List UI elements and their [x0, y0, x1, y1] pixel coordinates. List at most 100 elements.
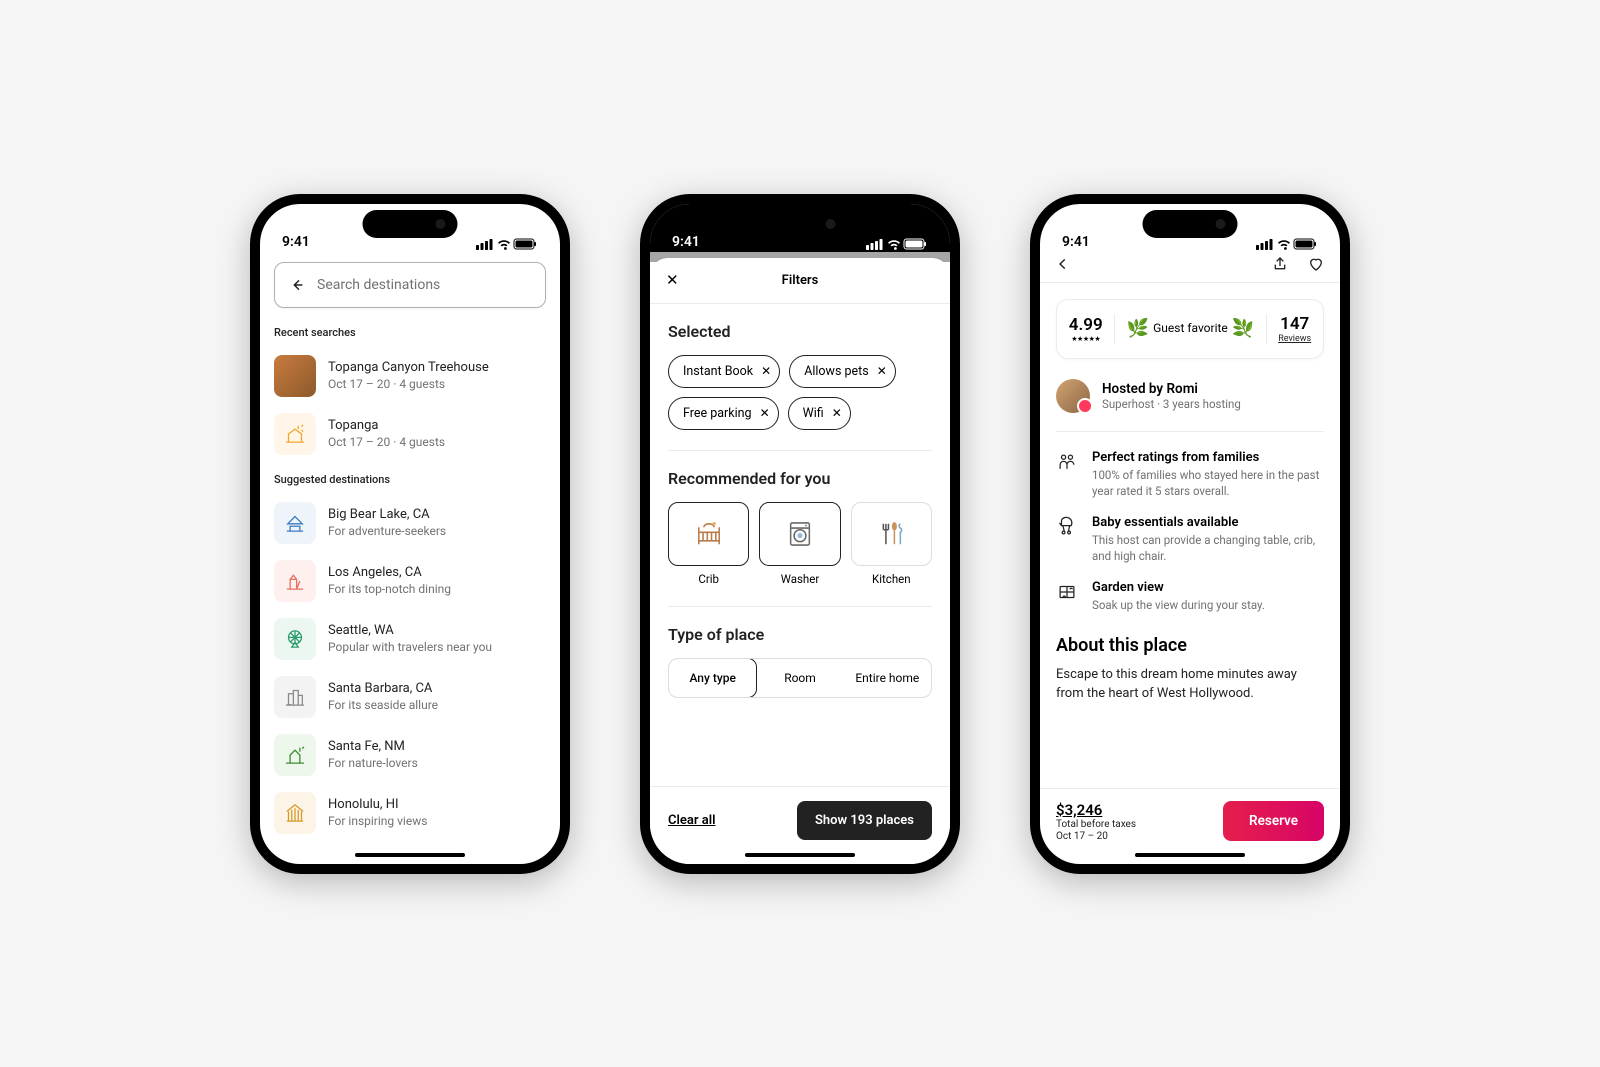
feature-title: Baby essentials available — [1092, 515, 1324, 530]
filter-chip[interactable]: Free parking ✕ — [668, 397, 779, 430]
feature-title: Perfect ratings from families — [1092, 450, 1324, 465]
divider — [668, 606, 932, 607]
dynamic-island — [1143, 210, 1238, 238]
suggested-item[interactable]: Seattle, WAPopular with travelers near y… — [274, 610, 546, 668]
chip-label: Allows pets — [804, 364, 869, 379]
suggested-item[interactable]: Honolulu, HIFor inspiring views — [274, 784, 546, 842]
suggested-sub: Popular with travelers near you — [328, 639, 492, 655]
suggested-title: Santa Barbara, CA — [328, 680, 438, 698]
chip-label: Wifi — [803, 406, 824, 421]
recent-item-title: Topanga — [328, 417, 445, 435]
stroller-icon — [1056, 515, 1078, 564]
status-indicators — [1256, 238, 1318, 250]
status-indicators — [476, 238, 538, 250]
status-time: 9:41 — [672, 234, 700, 250]
suggested-item[interactable]: Big Bear Lake, CAFor adventure-seekers — [274, 494, 546, 552]
family-icon — [1056, 450, 1078, 499]
crib-icon — [692, 517, 726, 551]
suggested-item[interactable]: Santa Barbara, CAFor its seaside allure — [274, 668, 546, 726]
show-places-button[interactable]: Show 193 places — [797, 801, 932, 840]
recent-item-sub: Oct 17 – 20 · 4 guests — [328, 376, 489, 392]
suggested-title: Seattle, WA — [328, 622, 492, 640]
suggested-item[interactable]: Santa Fe, NMFor nature-lovers — [274, 726, 546, 784]
feature-sub: 100% of families who stayed here in the … — [1092, 467, 1324, 499]
search-input[interactable]: Search destinations — [274, 262, 546, 308]
dynamic-island — [753, 210, 848, 238]
recent-item-title: Topanga Canyon Treehouse — [328, 359, 489, 377]
suggested-sub: For adventure-seekers — [328, 523, 446, 539]
remove-chip-icon[interactable]: ✕ — [877, 364, 887, 378]
close-icon[interactable]: ✕ — [666, 271, 679, 289]
recent-item[interactable]: Topanga Oct 17 – 20 · 4 guests — [274, 405, 546, 463]
host-name: Hosted by Romi — [1102, 381, 1241, 397]
trees-icon — [274, 734, 316, 776]
filter-chip[interactable]: Instant Book ✕ — [668, 355, 780, 388]
suggested-item[interactable]: Los Angeles, CAFor its top-notch dining — [274, 552, 546, 610]
recommended-label: Recommended for you — [668, 469, 932, 488]
divider — [1114, 314, 1115, 344]
remove-chip-icon[interactable]: ✕ — [761, 364, 771, 378]
laurel-right-icon: 🌿 — [1232, 318, 1254, 339]
selected-label: Selected — [668, 322, 932, 341]
filter-chip[interactable]: Wifi ✕ — [788, 397, 851, 430]
share-icon[interactable] — [1272, 256, 1288, 272]
heart-icon[interactable] — [1308, 256, 1324, 272]
divider — [1056, 431, 1324, 432]
review-summary-card[interactable]: 4.99 ★★★★★ 🌿 Guest favorite 🌿 147 Review… — [1056, 299, 1324, 359]
chip-label: Instant Book — [683, 364, 753, 379]
suggested-destinations-label: Suggested destinations — [274, 473, 546, 486]
host-row[interactable]: Hosted by Romi Superhost · 3 years hosti… — [1056, 379, 1324, 413]
phone-listing: 9:41 4.99 ★★★★★ 🌿 Guest favorite — [1030, 194, 1350, 874]
reviews-label: Reviews — [1278, 334, 1311, 344]
status-time: 9:41 — [282, 234, 310, 250]
review-count: 147 — [1278, 314, 1311, 334]
recent-searches-label: Recent searches — [274, 326, 546, 339]
washer-icon — [783, 517, 817, 551]
filters-title: Filters — [782, 273, 819, 288]
segment-room[interactable]: Room — [756, 659, 843, 697]
suggested-title: Big Bear Lake, CA — [328, 506, 446, 524]
laurel-left-icon: 🌿 — [1127, 318, 1149, 339]
recent-item[interactable]: Topanga Canyon Treehouse Oct 17 – 20 · 4… — [274, 347, 546, 405]
segment-any-type[interactable]: Any type — [668, 658, 757, 698]
filter-chip[interactable]: Allows pets ✕ — [789, 355, 896, 388]
status-indicators — [866, 238, 928, 250]
ferris-wheel-icon — [274, 618, 316, 660]
status-time: 9:41 — [1062, 234, 1090, 250]
price[interactable]: $3,246 — [1056, 801, 1136, 819]
kitchen-icon — [874, 517, 908, 551]
suggested-title: Honolulu, HI — [328, 796, 427, 814]
divider — [668, 450, 932, 451]
back-arrow-icon[interactable] — [289, 277, 305, 293]
search-placeholder: Search destinations — [317, 277, 440, 293]
feature-row: Perfect ratings from families 100% of fam… — [1056, 450, 1324, 499]
segment-entire-home[interactable]: Entire home — [844, 659, 931, 697]
remove-chip-icon[interactable]: ✕ — [760, 406, 770, 420]
feature-row: Garden viewSoak up the view during your … — [1056, 580, 1324, 613]
cabin-icon — [274, 502, 316, 544]
clear-all-button[interactable]: Clear all — [668, 813, 716, 828]
about-heading: About this place — [1056, 635, 1324, 656]
amenity-kitchen[interactable]: Kitchen — [851, 502, 932, 586]
type-of-place-label: Type of place — [668, 625, 932, 644]
amenity-crib[interactable]: Crib — [668, 502, 749, 586]
host-avatar — [1056, 379, 1090, 413]
filters-header: ✕ Filters — [650, 258, 950, 304]
feature-sub: This host can provide a changing table, … — [1092, 532, 1324, 564]
back-icon[interactable] — [1056, 257, 1070, 271]
remove-chip-icon[interactable]: ✕ — [832, 406, 842, 420]
suggested-sub: For its seaside allure — [328, 697, 438, 713]
amenity-label: Washer — [759, 572, 840, 586]
temple-icon — [274, 792, 316, 834]
price-dates: Oct 17 – 20 — [1056, 831, 1136, 842]
amenity-washer[interactable]: Washer — [759, 502, 840, 586]
location-icon — [274, 413, 316, 455]
home-indicator — [355, 853, 465, 857]
reserve-button[interactable]: Reserve — [1223, 801, 1324, 841]
home-indicator — [745, 853, 855, 857]
garden-icon — [1056, 580, 1078, 613]
recent-item-sub: Oct 17 – 20 · 4 guests — [328, 434, 445, 450]
chip-label: Free parking — [683, 406, 752, 421]
place-type-segment: Any type Room Entire home — [668, 658, 932, 698]
city-icon — [274, 676, 316, 718]
